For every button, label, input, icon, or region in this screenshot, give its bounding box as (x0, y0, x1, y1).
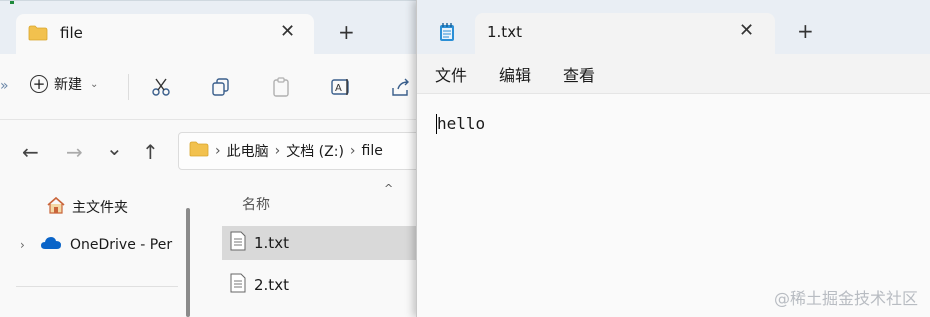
list-item[interactable]: 1.txt (222, 226, 430, 260)
toolbar-divider (128, 74, 129, 100)
sidebar-divider (16, 286, 178, 287)
breadcrumb-documents-z[interactable]: 文档 (Z:) (286, 141, 344, 161)
breadcrumb-file[interactable]: file (362, 143, 383, 159)
sidebar-item-onedrive[interactable]: › OneDrive - Per (20, 236, 172, 254)
rename-icon[interactable]: A (330, 76, 352, 98)
home-icon (46, 196, 66, 218)
text-file-icon (230, 273, 246, 297)
explorer-address-row: ← → ⌄ ↑ › 此电脑 › 文档 (Z:) › file (0, 120, 430, 182)
recent-locations-chevron-icon[interactable]: ⌄ (106, 136, 123, 160)
file-name: 1.txt (254, 234, 289, 252)
text-caret (436, 114, 437, 134)
explorer-tab-file[interactable]: file ✕ (16, 14, 314, 55)
copy-icon[interactable] (210, 76, 232, 98)
sort-up-icon[interactable]: ^ (384, 182, 393, 195)
notepad-app-icon (439, 22, 455, 46)
folder-icon (28, 25, 48, 45)
notepad-new-tab-button[interactable]: + (797, 19, 814, 43)
menu-view[interactable]: 查看 (563, 62, 595, 86)
breadcrumb-separator: › (274, 143, 281, 159)
breadcrumb-this-pc[interactable]: 此电脑 (227, 141, 269, 161)
onedrive-cloud-icon (40, 236, 62, 254)
address-bar[interactable]: › 此电脑 › 文档 (Z:) › file (178, 132, 430, 170)
breadcrumb-separator: › (215, 143, 221, 159)
sidebar-scrollbar[interactable] (186, 208, 190, 317)
file-name: 2.txt (254, 276, 289, 294)
green-window-strip (10, 1, 14, 4)
text-file-icon (230, 231, 246, 255)
explorer-command-bar: » + 新建 ⌄ A (0, 54, 430, 120)
new-button-label: 新建 (54, 77, 82, 93)
sidebar-item-label: OneDrive - Per (70, 237, 173, 253)
notepad-text-area[interactable]: hello (417, 94, 930, 317)
paste-icon[interactable] (270, 76, 292, 98)
explorer-tab-bar: file ✕ + (0, 0, 430, 55)
editor-content: hello (437, 114, 486, 133)
chevron-left-icon[interactable]: » (0, 78, 9, 94)
share-icon[interactable] (390, 76, 412, 98)
plus-circle-icon: + (30, 75, 48, 93)
forward-arrow-icon[interactable]: → (66, 140, 83, 164)
menu-edit[interactable]: 编辑 (499, 62, 531, 86)
file-explorer-window: file ✕ + » + 新建 ⌄ A ← → ⌄ ↑ › 此电脑 › 文档 (… (0, 0, 430, 317)
menu-file[interactable]: 文件 (435, 62, 467, 86)
notepad-menu-bar: 文件 编辑 查看 (417, 54, 930, 94)
notepad-window: 1.txt ✕ + 文件 编辑 查看 hello @稀土掘金技术社区 (416, 0, 930, 317)
notepad-tab-bar: 1.txt ✕ + (417, 0, 930, 54)
svg-text:A: A (335, 83, 342, 94)
sidebar-item-label: 主文件夹 (72, 200, 128, 216)
list-item[interactable]: 2.txt (222, 268, 430, 302)
notepad-tab-title: 1.txt (487, 23, 522, 41)
sidebar-item-home[interactable]: 主文件夹 (46, 196, 128, 218)
breadcrumb-separator: › (349, 143, 356, 159)
new-button[interactable]: + 新建 ⌄ (30, 74, 98, 94)
chevron-down-icon: ⌄ (90, 78, 99, 90)
notepad-tab-1txt[interactable]: 1.txt ✕ (475, 13, 775, 54)
navigation-pane: 主文件夹 › OneDrive - Per (0, 182, 200, 317)
notepad-tab-close-icon[interactable]: ✕ (739, 20, 754, 41)
back-arrow-icon[interactable]: ← (22, 140, 39, 164)
column-header-name[interactable]: 名称 (242, 194, 270, 214)
up-arrow-icon[interactable]: ↑ (142, 140, 159, 164)
watermark: @稀土掘金技术社区 (773, 289, 918, 308)
explorer-tab-close-icon[interactable]: ✕ (280, 21, 295, 42)
folder-icon (189, 141, 209, 161)
cut-icon[interactable] (150, 76, 172, 98)
explorer-tab-title: file (60, 24, 83, 42)
explorer-new-tab-button[interactable]: + (338, 20, 355, 44)
file-list: ^ 名称 1.txt 2.txt (200, 182, 430, 317)
chevron-right-icon[interactable]: › (20, 238, 32, 252)
